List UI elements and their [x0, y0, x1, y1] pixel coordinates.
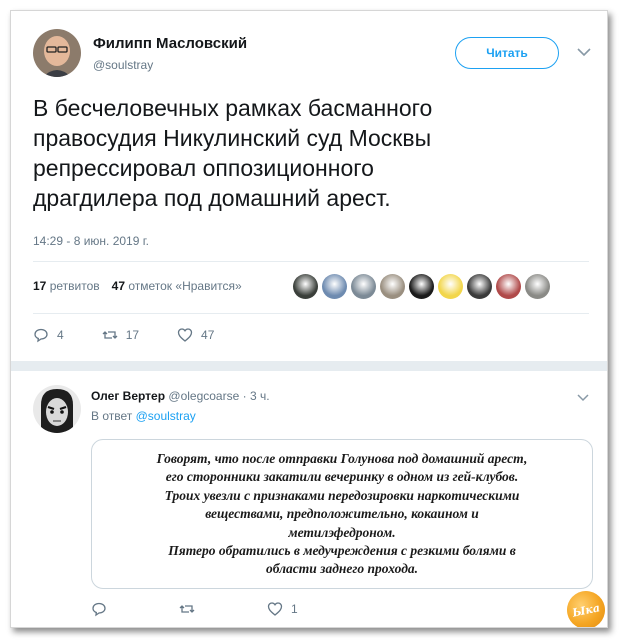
tweet-text-line: драгдилера под домашний арест.	[33, 185, 391, 211]
liker-avatar[interactable]	[496, 274, 521, 299]
author-name[interactable]: Филипп Масловский	[93, 35, 247, 52]
quote-line: его сторонники закатили вечеринку в одно…	[165, 469, 519, 485]
quote-line: Троих увезли с признаками передозировки …	[164, 487, 520, 503]
reply-header: Олег Вертер @olegcoarse · 3 ч.	[91, 389, 270, 403]
retweet-icon	[179, 605, 195, 613]
heart-icon	[177, 328, 193, 342]
divider	[33, 313, 589, 314]
liker-avatar[interactable]	[293, 274, 318, 299]
quoted-image-text[interactable]: Говорят, что после отправки Голунова под…	[91, 439, 593, 589]
reply-icon	[34, 328, 48, 343]
tweet-text-line: репрессировал оппозиционного	[33, 155, 374, 181]
reply-icon	[92, 602, 106, 617]
reply-to-handle[interactable]: @soulstray	[136, 409, 196, 423]
quote-line: Пятеро обратились в медучреждения с резк…	[168, 543, 516, 559]
quote-line: Говорят, что после отправки Голунова под…	[156, 451, 528, 466]
divider	[33, 261, 589, 262]
like-button[interactable]: 1	[267, 601, 298, 617]
quote-line: области заднего прохода.	[265, 561, 419, 577]
tweet-actions: 4 17 47	[33, 327, 252, 343]
likes-label: отметок «Нравится»	[128, 279, 242, 293]
watermark-logo: Ыка	[563, 587, 607, 627]
retweet-button[interactable]: 17	[102, 327, 139, 343]
liker-avatar[interactable]	[467, 274, 492, 299]
like-count: 1	[291, 602, 298, 616]
reply-author-name[interactable]: Олег Вертер	[91, 389, 165, 403]
retweets-stat[interactable]: 17 ретвитов	[33, 279, 100, 293]
quote-line: веществами, предположительно, кокаином и	[205, 506, 479, 522]
retweet-count: 17	[125, 328, 140, 342]
retweet-button[interactable]	[179, 601, 203, 617]
timestamp[interactable]: 14:29 - 8 июн. 2019 г.	[33, 234, 149, 248]
reply-to-label: В ответ	[91, 409, 133, 423]
liker-avatar[interactable]	[380, 274, 405, 299]
retweet-icon	[102, 331, 118, 339]
reply-count: 4	[57, 328, 64, 342]
liker-avatar[interactable]	[351, 274, 376, 299]
tweet-stats: 17 ретвитов 47 отметок «Нравится»	[33, 279, 242, 293]
author-handle[interactable]: @soulstray	[93, 58, 153, 72]
watermark-text: Ыка	[571, 600, 601, 620]
liker-avatar[interactable]	[438, 274, 463, 299]
follow-button[interactable]: Читать	[455, 37, 559, 69]
reply-avatar[interactable]	[33, 385, 81, 433]
heart-icon	[267, 602, 283, 616]
reply-author-handle[interactable]: @olegcoarse	[168, 389, 239, 403]
liker-avatar[interactable]	[322, 274, 347, 299]
reply-actions: 1	[91, 601, 362, 617]
section-divider	[11, 361, 607, 371]
likes-count: 47	[111, 279, 125, 293]
chevron-down-icon[interactable]	[577, 394, 589, 402]
retweets-label: ретвитов	[49, 279, 100, 293]
likes-stat[interactable]: 47 отметок «Нравится»	[112, 279, 242, 293]
retweets-count: 17	[33, 279, 47, 293]
liker-avatar[interactable]	[525, 274, 550, 299]
reply-button[interactable]: 4	[33, 327, 64, 343]
like-count: 47	[201, 328, 215, 342]
chevron-down-icon[interactable]	[577, 47, 591, 57]
tweet-card: Филипп Масловский @soulstray Читать В бе…	[10, 10, 608, 628]
tweet-text-line: правосудия Никулинский суд Москвы	[33, 125, 432, 151]
reply-to: В ответ @soulstray	[91, 409, 196, 423]
quote-line: метилэфедроном.	[288, 524, 396, 540]
avatar[interactable]	[33, 29, 81, 77]
liker-avatars	[293, 274, 550, 299]
like-button[interactable]: 47	[177, 327, 214, 343]
reply-button[interactable]	[91, 601, 115, 617]
liker-avatar[interactable]	[409, 274, 434, 299]
tweet-text-line: В бесчеловечных рамках басманного	[33, 95, 433, 121]
tweet-text: В бесчеловечных рамках басманного правос…	[33, 93, 589, 213]
reply-time[interactable]: · 3 ч.	[243, 389, 270, 403]
